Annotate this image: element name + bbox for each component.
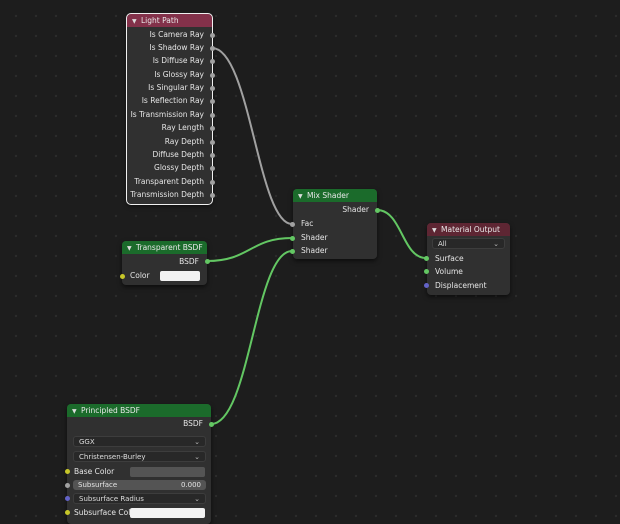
chevron-down-icon: ⌄ bbox=[493, 240, 499, 248]
socket-transparent-bsdf-out[interactable] bbox=[204, 258, 210, 264]
input-surface: Surface bbox=[435, 254, 464, 263]
output-diffuse-depth: Diffuse Depth bbox=[152, 150, 204, 159]
socket-is-camera-ray[interactable] bbox=[209, 32, 215, 38]
transparent-bsdf-header[interactable]: ▼ Transparent BSDF bbox=[122, 241, 207, 254]
input-displacement: Displacement bbox=[435, 281, 487, 290]
chevron-down-icon[interactable]: ▼ bbox=[432, 224, 441, 237]
mix-shader-header[interactable]: ▼ Mix Shader bbox=[293, 189, 377, 202]
chevron-down-icon[interactable]: ▼ bbox=[127, 242, 136, 255]
socket-principled-bsdf-out[interactable] bbox=[208, 421, 214, 427]
input-subsurface-color-label: Subsurface Colo bbox=[74, 508, 135, 517]
socket-is-shadow-ray[interactable] bbox=[209, 45, 215, 51]
socket-subsurface-in[interactable] bbox=[64, 482, 70, 488]
socket-is-transmission-ray[interactable] bbox=[209, 112, 215, 118]
color-swatch[interactable] bbox=[160, 271, 200, 281]
subsurface-value: 0.000 bbox=[180, 481, 201, 489]
subsurface-method-dropdown[interactable]: Christensen-Burley ⌄ bbox=[73, 451, 206, 462]
socket-transparent-color-in[interactable] bbox=[119, 273, 125, 279]
socket-transparent-depth[interactable] bbox=[209, 179, 215, 185]
chevron-down-icon: ⌄ bbox=[194, 495, 200, 503]
output-ray-length: Ray Length bbox=[161, 123, 204, 132]
socket-is-diffuse-ray[interactable] bbox=[209, 58, 215, 64]
input-shader-1: Shader bbox=[301, 233, 328, 242]
socket-subsurface-color-in[interactable] bbox=[64, 509, 70, 515]
output-is-transmission-ray: Is Transmission Ray bbox=[130, 110, 204, 119]
chevron-down-icon: ⌄ bbox=[194, 453, 200, 461]
link-principled-shader[interactable] bbox=[210, 250, 293, 425]
link-shadowray-fac[interactable] bbox=[211, 47, 293, 225]
link-mix-surface[interactable] bbox=[376, 209, 427, 259]
socket-displacement-in[interactable] bbox=[423, 282, 429, 288]
transparent-bsdf-node[interactable]: ▼ Transparent BSDF BSDF Color bbox=[122, 241, 207, 285]
socket-surface-in[interactable] bbox=[423, 255, 429, 261]
subsurface-label: Subsurface bbox=[78, 481, 118, 489]
principled-bsdf-header[interactable]: ▼ Principled BSDF bbox=[67, 404, 211, 417]
output-is-diffuse-ray: Is Diffuse Ray bbox=[152, 56, 204, 65]
socket-is-reflection-ray[interactable] bbox=[209, 98, 215, 104]
base-color-swatch[interactable] bbox=[130, 467, 205, 477]
socket-mix-shader2-in[interactable] bbox=[289, 248, 295, 254]
socket-subsurface-radius-in[interactable] bbox=[64, 495, 70, 501]
node-title: Material Output bbox=[441, 225, 500, 234]
chevron-down-icon[interactable]: ▼ bbox=[132, 15, 141, 28]
light-path-header[interactable]: ▼ Light Path bbox=[127, 14, 212, 27]
chevron-down-icon: ⌄ bbox=[194, 438, 200, 446]
chevron-down-icon[interactable]: ▼ bbox=[298, 190, 307, 203]
socket-volume-in[interactable] bbox=[423, 268, 429, 274]
socket-is-singular-ray[interactable] bbox=[209, 85, 215, 91]
input-color-label: Color bbox=[130, 271, 150, 280]
output-glossy-depth: Glossy Depth bbox=[154, 163, 204, 172]
socket-transmission-depth[interactable] bbox=[209, 192, 215, 198]
output-is-singular-ray: Is Singular Ray bbox=[148, 83, 204, 92]
material-output-header[interactable]: ▼ Material Output bbox=[427, 223, 510, 236]
output-is-camera-ray: Is Camera Ray bbox=[149, 30, 204, 39]
mix-shader-node[interactable]: ▼ Mix Shader Shader Fac Shader Shader bbox=[293, 189, 377, 259]
input-shader-2: Shader bbox=[301, 246, 328, 255]
subsurface-radius-dropdown[interactable]: Subsurface Radius ⌄ bbox=[73, 493, 206, 504]
subsurface-radius-label: Subsurface Radius bbox=[79, 495, 144, 503]
node-title: Transparent BSDF bbox=[136, 243, 203, 252]
target-value: All bbox=[438, 240, 447, 248]
socket-ray-length[interactable] bbox=[209, 125, 215, 131]
subsurface-method-value: Christensen-Burley bbox=[79, 453, 146, 461]
socket-is-glossy-ray[interactable] bbox=[209, 72, 215, 78]
output-shader: Shader bbox=[342, 205, 369, 214]
distribution-dropdown[interactable]: GGX ⌄ bbox=[73, 436, 206, 447]
output-ray-depth: Ray Depth bbox=[164, 137, 204, 146]
socket-glossy-depth[interactable] bbox=[209, 165, 215, 171]
material-output-node[interactable]: ▼ Material Output All ⌄ Surface Volume Di… bbox=[427, 223, 510, 295]
output-transmission-depth: Transmission Depth bbox=[130, 190, 204, 199]
socket-mix-fac-in[interactable] bbox=[289, 221, 295, 227]
input-fac: Fac bbox=[301, 219, 314, 228]
target-dropdown[interactable]: All ⌄ bbox=[432, 238, 505, 249]
subsurface-field[interactable]: Subsurface 0.000 bbox=[73, 480, 206, 490]
output-is-shadow-ray: Is Shadow Ray bbox=[149, 43, 204, 52]
input-volume: Volume bbox=[435, 267, 463, 276]
input-base-color-label: Base Color bbox=[74, 467, 115, 476]
distribution-value: GGX bbox=[79, 438, 95, 446]
output-bsdf: BSDF bbox=[183, 419, 203, 428]
socket-ray-depth[interactable] bbox=[209, 139, 215, 145]
subsurface-color-swatch[interactable] bbox=[130, 508, 205, 518]
socket-diffuse-depth[interactable] bbox=[209, 152, 215, 158]
node-title: Mix Shader bbox=[307, 191, 349, 200]
output-transparent-depth: Transparent Depth bbox=[134, 177, 204, 186]
principled-bsdf-node[interactable]: ▼ Principled BSDF BSDF GGX ⌄ Christensen-… bbox=[67, 404, 211, 524]
output-is-glossy-ray: Is Glossy Ray bbox=[154, 70, 204, 79]
socket-mix-shader-out[interactable] bbox=[374, 207, 380, 213]
node-title: Principled BSDF bbox=[81, 406, 140, 415]
output-bsdf: BSDF bbox=[179, 257, 199, 266]
chevron-down-icon[interactable]: ▼ bbox=[72, 405, 81, 418]
output-is-reflection-ray: Is Reflection Ray bbox=[141, 96, 204, 105]
socket-base-color-in[interactable] bbox=[64, 468, 70, 474]
node-title: Light Path bbox=[141, 16, 179, 25]
socket-mix-shader1-in[interactable] bbox=[289, 235, 295, 241]
light-path-node[interactable]: ▼ Light Path Is Camera Ray Is Shadow Ray … bbox=[126, 13, 213, 205]
